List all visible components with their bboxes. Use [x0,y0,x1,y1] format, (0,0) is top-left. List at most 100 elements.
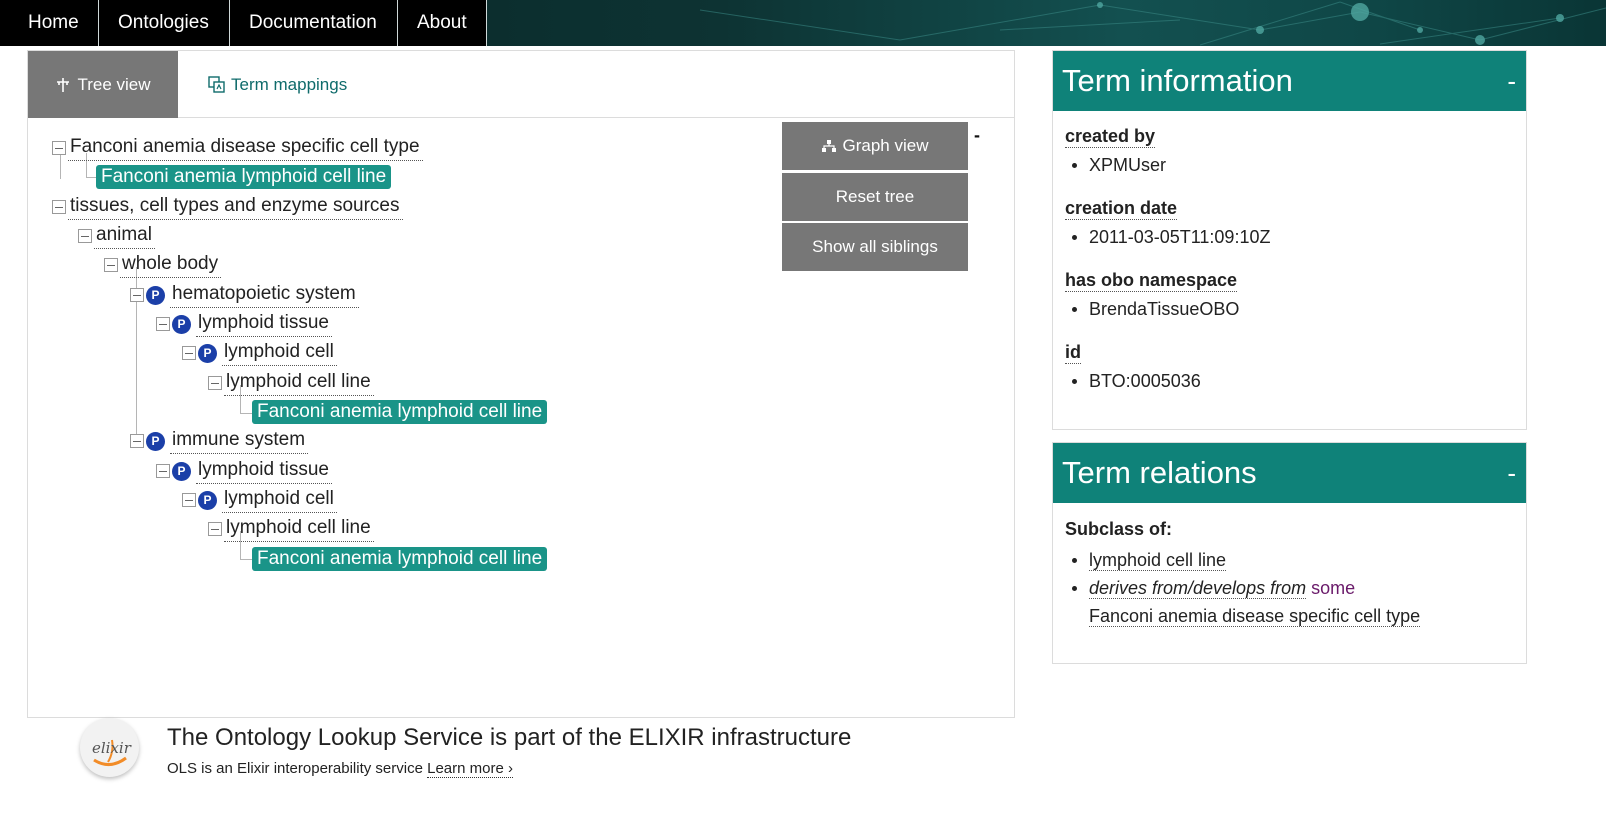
tree-node-label[interactable]: immune system [170,429,309,454]
tree-connector [240,413,252,414]
tab-term-mappings[interactable]: Term mappings [208,51,347,118]
property-badge-icon: P [146,431,165,451]
elixir-logo-text: elixir [92,739,132,757]
term-information-box: Term information - created by XPMUser cr… [1052,50,1527,430]
ontology-tree: Fanconi anemia disease specific cell typ… [28,119,788,717]
term-information-body: created by XPMUser creation date 2011-03… [1053,111,1526,423]
tree-node-label[interactable]: lymphoid cell line [224,371,374,396]
tree-node-label[interactable]: lymphoid cell [222,488,337,513]
term-information-header: Term information - [1053,51,1526,111]
tree-node: P lymphoid cell [182,340,337,366]
tree-node-label[interactable]: lymphoid tissue [196,459,332,484]
tree-node: lymphoid cell line [208,516,374,542]
footer-title: The Ontology Lookup Service is part of t… [167,724,852,751]
hierarchy-panel: Tree view Term mappings Fanconi anemia d… [27,50,1015,718]
property-value: BTO:0005036 [1065,369,1514,393]
term-information-title: Term information [1062,63,1293,98]
relation-target-link[interactable]: Fanconi anemia disease specific cell typ… [1089,606,1421,627]
top-navigation-bar: Home Ontologies Documentation About [0,0,1606,46]
learn-more-link[interactable]: Learn more › [427,760,513,778]
nav-ontologies[interactable]: Ontologies [99,0,230,46]
collapse-toggle-icon[interactable] [52,141,66,155]
tree-node-selected: Fanconi anemia lymphoid cell line [252,546,548,572]
tree-node-label[interactable]: lymphoid cell [222,341,337,366]
nav-home[interactable]: Home [0,0,99,46]
main-nav: Home Ontologies Documentation About [0,0,487,46]
tree-connector [240,559,252,560]
collapse-toggle-icon[interactable] [130,434,144,448]
footer-subtitle-text: OLS is an Elixir interoperability servic… [167,760,423,777]
collapse-toggle-icon[interactable] [182,346,196,360]
property-badge-icon: P [172,314,191,334]
collapse-toggle-icon[interactable] [182,493,196,507]
elixir-logo-icon: elixir [92,739,132,766]
property-badge-icon: P [198,343,217,363]
property-value: 2011-03-05T11:09:10Z [1065,225,1514,249]
graph-view-button[interactable]: Graph view [782,122,968,170]
relation-link[interactable]: derives from/develops from [1089,578,1307,599]
quantifier-text: some [1311,578,1356,598]
tree-node: P lymphoid tissue [156,311,332,337]
tree-panel-collapse[interactable]: - [974,125,980,146]
property-value: XPMUser [1065,153,1514,177]
property-badge-icon: P [146,285,165,305]
tree-node-label[interactable]: animal [94,224,155,249]
list-item: lymphoid cell line [1065,546,1514,574]
tree-node-label-selected[interactable]: Fanconi anemia lymphoid cell line [96,165,392,189]
collapse-toggle-icon[interactable] [104,258,118,272]
tree-node: P hematopoietic system [130,282,359,308]
collapse-toggle-icon[interactable] [130,288,144,302]
subclass-link[interactable]: lymphoid cell line [1089,550,1227,571]
footer-subtitle: OLS is an Elixir interoperability servic… [167,760,513,778]
tree-node: Fanconi anemia disease specific cell typ… [52,135,423,161]
term-information-collapse[interactable]: - [1507,66,1516,97]
tree-node: tissues, cell types and enzyme sources [52,194,403,220]
tree-icon [57,77,70,92]
term-relations-box: Term relations - Subclass of: lymphoid c… [1052,442,1527,664]
tab-term-mappings-label: Term mappings [231,74,348,94]
view-tabs: Tree view Term mappings [28,51,1014,118]
term-relations-collapse[interactable]: - [1507,458,1516,489]
collapse-toggle-icon[interactable] [208,522,222,536]
list-item: derives from/develops from some Fanconi … [1065,574,1514,630]
tree-node-label[interactable]: lymphoid tissue [196,312,332,337]
tree-node: P lymphoid cell [182,487,337,513]
term-relations-header: Term relations - [1053,443,1526,503]
tab-tree-view[interactable]: Tree view [28,51,178,118]
term-relations-title: Term relations [1062,455,1257,490]
tree-node-label[interactable]: tissues, cell types and enzyme sources [68,195,403,220]
tree-node: P lymphoid tissue [156,458,332,484]
collapse-toggle-icon[interactable] [52,200,66,214]
collapse-toggle-icon[interactable] [156,317,170,331]
property-value: BrendaTissueOBO [1065,297,1514,321]
tree-node: P immune system [130,428,309,454]
property-badge-icon: P [172,461,191,481]
tab-tree-view-label: Tree view [77,74,151,94]
property-name: creation date [1065,198,1178,220]
nav-documentation[interactable]: Documentation [230,0,398,46]
tree-node-label-selected[interactable]: Fanconi anemia lymphoid cell line [252,400,548,424]
collapse-toggle-icon[interactable] [156,464,170,478]
collapse-toggle-icon[interactable] [208,376,222,390]
tree-node: whole body [104,252,222,278]
property-name: created by [1065,126,1156,148]
graph-view-label: Graph view [842,136,929,155]
tree-node: lymphoid cell line [208,370,374,396]
subclass-of-label: Subclass of: [1065,519,1173,539]
elixir-logo[interactable]: elixir [80,718,139,777]
property-badge-icon: P [198,490,217,510]
tree-node-label-selected[interactable]: Fanconi anemia lymphoid cell line [252,547,548,571]
collapse-toggle-icon[interactable] [78,229,92,243]
property-name: has obo namespace [1065,270,1238,292]
tree-node: animal [78,223,155,249]
tree-node-selected: Fanconi anemia lymphoid cell line [252,399,548,425]
tree-node-selected: Fanconi anemia lymphoid cell line [96,164,392,190]
mapping-icon [208,76,225,93]
reset-tree-button[interactable]: Reset tree [782,173,968,221]
tree-node-label[interactable]: lymphoid cell line [224,517,374,542]
tree-node-label[interactable]: Fanconi anemia disease specific cell typ… [68,136,423,161]
tree-node-label[interactable]: hematopoietic system [170,283,359,308]
tree-node-label[interactable]: whole body [120,253,222,278]
show-all-siblings-button[interactable]: Show all siblings [782,223,968,271]
nav-about[interactable]: About [398,0,487,46]
